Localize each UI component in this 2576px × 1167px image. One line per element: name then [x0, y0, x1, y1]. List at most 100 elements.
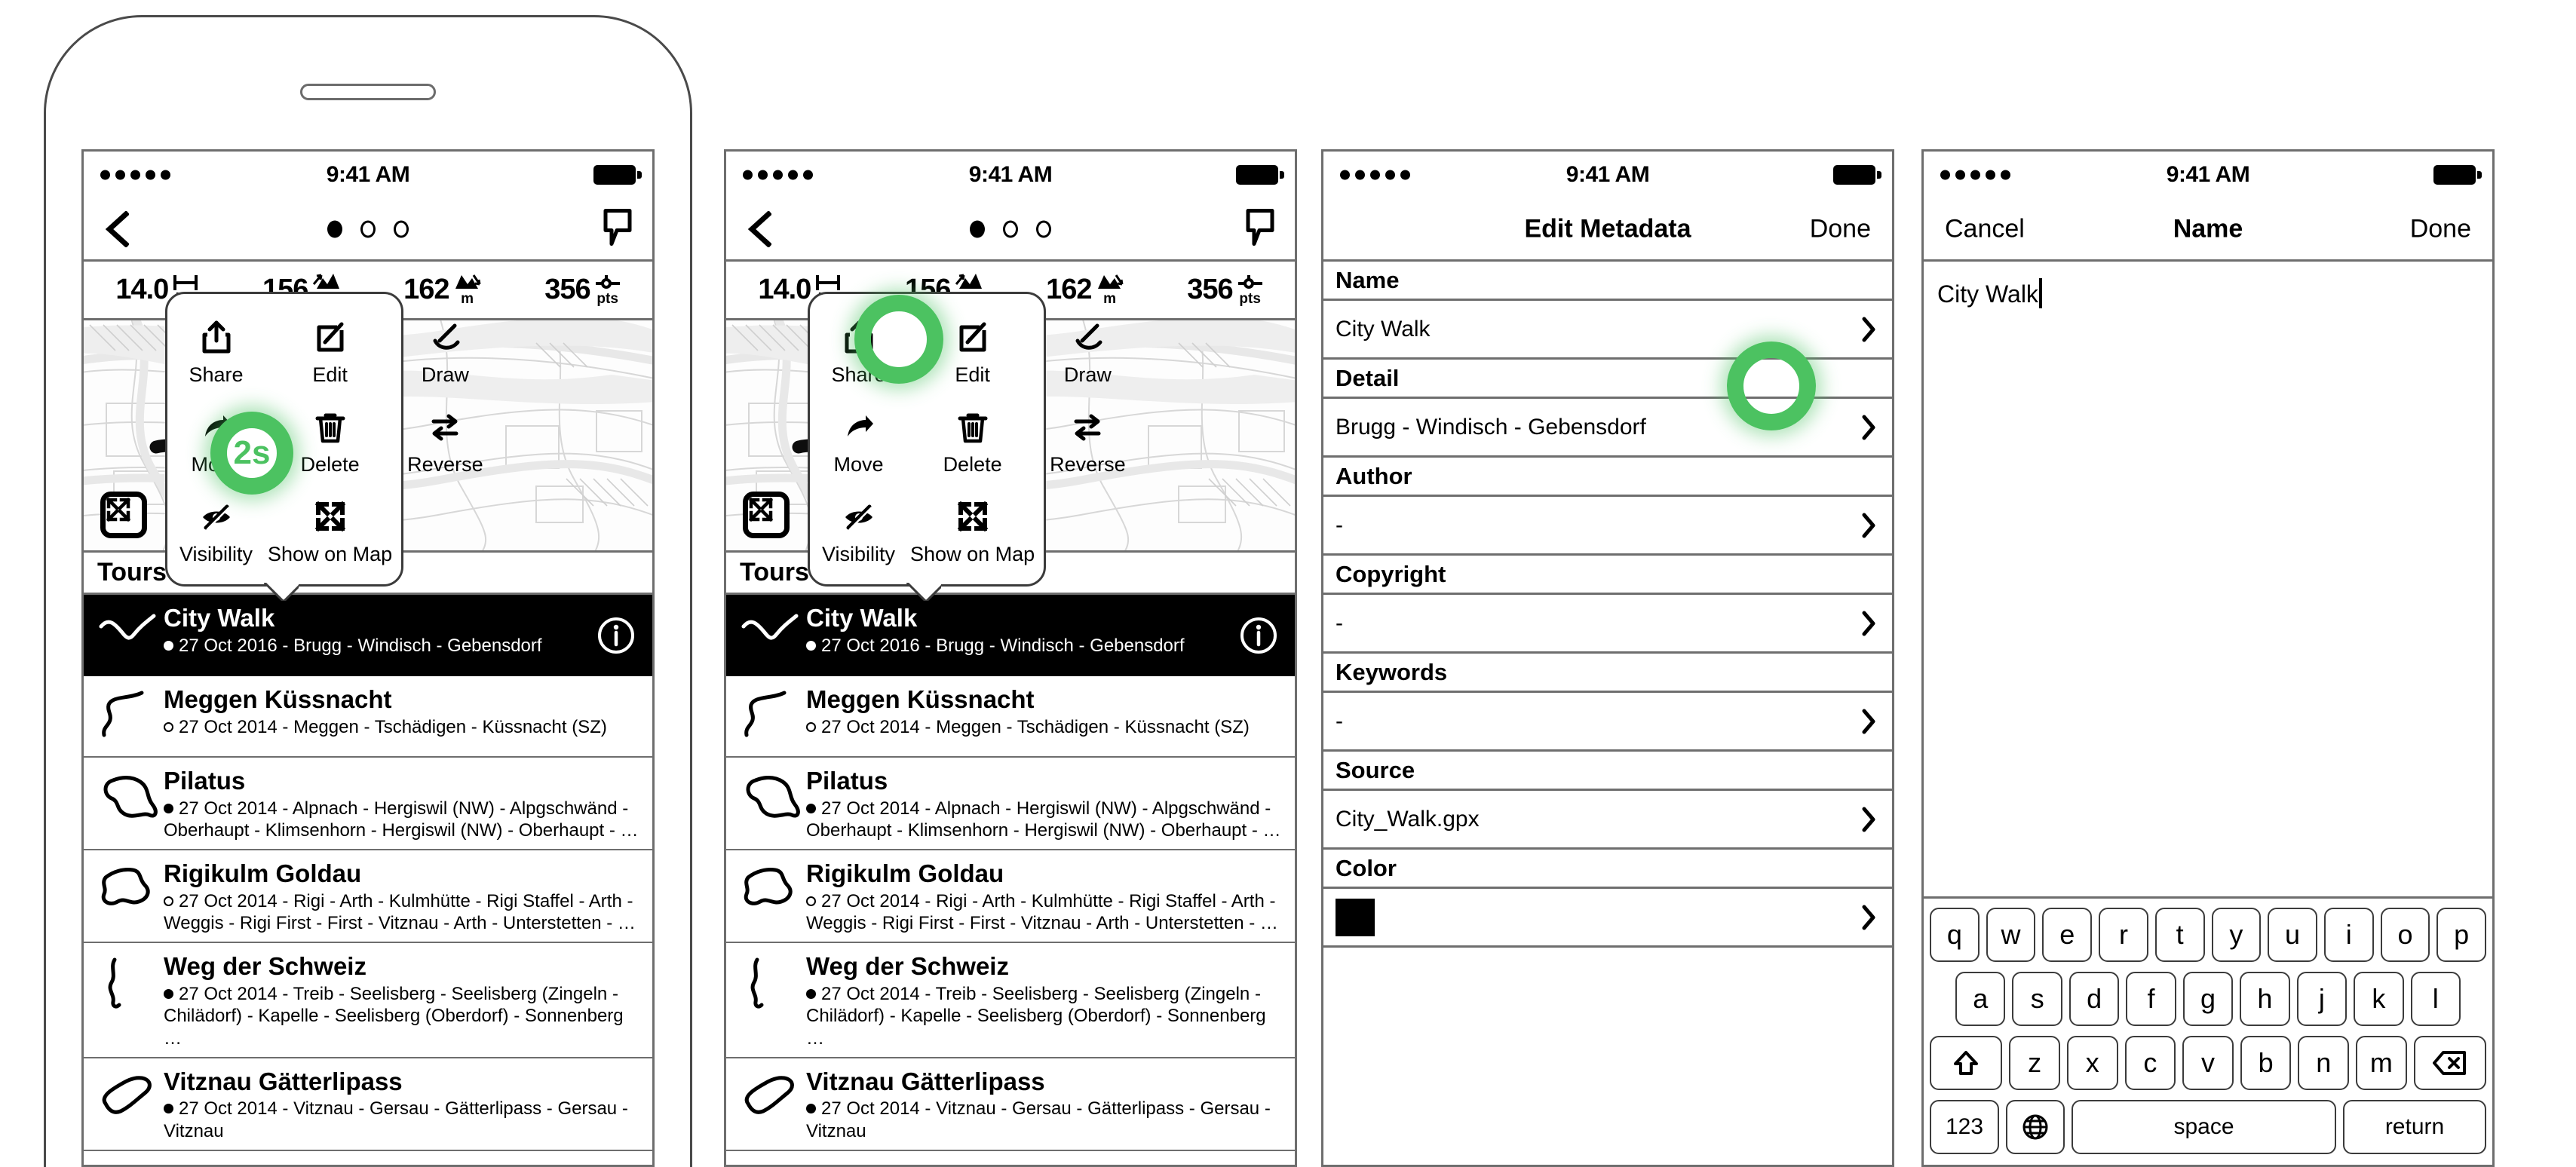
keyboard-row-4[interactable]: 123 space return: [1930, 1100, 2486, 1154]
metadata-row-name[interactable]: City Walk: [1323, 301, 1892, 360]
key-numbers[interactable]: 123: [1930, 1100, 1999, 1154]
metadata-row-copyright[interactable]: -: [1323, 595, 1892, 654]
context-menu-item-show-on-map[interactable]: Show on Map: [903, 487, 1042, 577]
table-row[interactable]: City Walk 27 Oct 2016 - Brugg - Windisch …: [84, 595, 652, 676]
key-s[interactable]: s: [2012, 972, 2062, 1026]
context-menu-item-visibility[interactable]: Visibility: [814, 487, 903, 577]
keyboard-row-1[interactable]: qwertyuiop: [1929, 908, 2487, 962]
key-t[interactable]: t: [2154, 908, 2205, 962]
color-swatch[interactable]: [1336, 898, 1375, 936]
key-e[interactable]: e: [2042, 908, 2093, 962]
backspace-icon[interactable]: [2413, 1036, 2487, 1090]
context-menu-item-share[interactable]: Share: [172, 308, 260, 397]
table-row[interactable]: Obwalder Höhenweg27 Oct 2014 - Oberhaupt…: [84, 1150, 652, 1165]
context-menu-item-move[interactable]: Move: [814, 397, 903, 487]
table-row[interactable]: Vitznau Gätterlipass 27 Oct 2014 - Vitzna…: [84, 1058, 652, 1151]
tour-bullet-icon: [164, 803, 173, 813]
tour-bullet-icon: [806, 1104, 816, 1114]
table-row[interactable]: Meggen Küssnacht 27 Oct 2014 - Meggen - T…: [84, 676, 652, 758]
cancel-button[interactable]: Cancel: [1945, 214, 2025, 244]
stat-descent: 162 m: [403, 274, 481, 306]
shift-icon[interactable]: [1930, 1036, 2003, 1090]
key-y[interactable]: y: [2211, 908, 2262, 962]
tour-title: City Walk: [806, 605, 918, 632]
context-menu-item-delete[interactable]: Delete: [903, 397, 1042, 487]
page-indicator[interactable]: [327, 220, 409, 237]
key-o[interactable]: o: [2380, 908, 2430, 962]
context-menu-item-show-on-map[interactable]: Show on Map: [260, 487, 400, 577]
tour-row-body: Weg der Schweiz 27 Oct 2014 - Treib - See…: [164, 952, 642, 1049]
key-u[interactable]: u: [2268, 908, 2317, 962]
info-icon[interactable]: [590, 615, 642, 656]
table-row[interactable]: Pilatus 27 Oct 2014 - Alpnach - Hergiswil…: [726, 758, 1295, 851]
key-j[interactable]: j: [2296, 972, 2348, 1026]
key-b[interactable]: b: [2240, 1036, 2292, 1090]
metadata-row-keywords[interactable]: -: [1323, 693, 1892, 752]
metadata-label-copyright: Copyright: [1323, 556, 1892, 595]
flag-icon[interactable]: [603, 207, 633, 250]
page-indicator[interactable]: [970, 220, 1051, 237]
edit-pencil-icon: [313, 315, 348, 359]
table-row[interactable]: Weg der Schweiz 27 Oct 2014 - Treib - See…: [84, 943, 652, 1058]
key-p[interactable]: p: [2436, 908, 2487, 962]
key-m[interactable]: m: [2356, 1036, 2407, 1090]
key-h[interactable]: h: [2240, 972, 2290, 1026]
tour-list[interactable]: City Walk 27 Oct 2016 - Brugg - Windisch …: [84, 595, 652, 1165]
keyboard-row-2[interactable]: asdfghjkl: [1930, 972, 2486, 1026]
flag-icon[interactable]: [1245, 207, 1275, 250]
table-row[interactable]: Meggen Küssnacht 27 Oct 2014 - Meggen - T…: [726, 676, 1295, 758]
key-f[interactable]: f: [2126, 972, 2176, 1026]
fullscreen-icon[interactable]: [100, 492, 147, 538]
key-w[interactable]: w: [1986, 908, 2036, 962]
on-screen-keyboard[interactable]: qwertyuiop asdfghjkl zxcvbnm 123 space re…: [1924, 896, 2492, 1165]
back-chevron-icon[interactable]: [103, 210, 129, 247]
key-return[interactable]: return: [2343, 1100, 2486, 1154]
context-menu-item-visibility[interactable]: Visibility: [172, 487, 260, 577]
table-row[interactable]: Rigikulm Goldau 27 Oct 2014 - Rigi - Arth…: [84, 850, 652, 944]
context-menu-item-edit[interactable]: Edit: [260, 308, 400, 397]
key-k[interactable]: k: [2354, 972, 2404, 1026]
context-menu-item-reverse[interactable]: Reverse: [400, 397, 491, 487]
table-row[interactable]: City Walk 27 Oct 2016 - Brugg - Windisch …: [726, 595, 1295, 676]
stat-value: 162: [1046, 274, 1092, 305]
key-r[interactable]: r: [2099, 908, 2148, 962]
track-thumbnail-icon: [737, 685, 806, 749]
status-bar: 9:41 AM: [1924, 152, 2492, 198]
key-x[interactable]: x: [2066, 1036, 2118, 1090]
table-row[interactable]: Obwalder Höhenweg27 Oct 2014 - Oberhaupt…: [726, 1150, 1295, 1165]
key-v[interactable]: v: [2182, 1036, 2234, 1090]
key-z[interactable]: z: [2009, 1036, 2060, 1090]
key-space[interactable]: space: [2072, 1100, 2336, 1154]
track-thumbnail-icon: [94, 1067, 164, 1131]
metadata-row-author[interactable]: -: [1323, 497, 1892, 556]
context-menu-item-draw[interactable]: Draw: [1042, 308, 1133, 397]
globe-icon[interactable]: [2006, 1100, 2065, 1154]
eye-slash-icon: [199, 495, 234, 538]
info-icon[interactable]: [1233, 615, 1284, 656]
context-menu-item-draw[interactable]: Draw: [400, 308, 491, 397]
key-g[interactable]: g: [2182, 972, 2234, 1026]
tour-title: Obwalder Höhenweg: [806, 1162, 1284, 1165]
metadata-row-source[interactable]: City_Walk.gpx: [1323, 791, 1892, 850]
fullscreen-icon[interactable]: [743, 492, 790, 538]
table-row[interactable]: Weg der Schweiz 27 Oct 2014 - Treib - See…: [726, 943, 1295, 1058]
context-menu-item-reverse[interactable]: Reverse: [1042, 397, 1133, 487]
metadata-value: City_Walk.gpx: [1336, 806, 1480, 832]
key-d[interactable]: d: [2068, 972, 2120, 1026]
metadata-row-color[interactable]: [1323, 889, 1892, 948]
table-row[interactable]: Vitznau Gätterlipass 27 Oct 2014 - Vitzna…: [726, 1058, 1295, 1151]
table-row[interactable]: Pilatus 27 Oct 2014 - Alpnach - Hergiswil…: [84, 758, 652, 851]
key-i[interactable]: i: [2323, 908, 2374, 962]
back-chevron-icon[interactable]: [746, 210, 771, 247]
name-input[interactable]: City Walk: [1924, 262, 2492, 896]
done-button[interactable]: Done: [2410, 214, 2471, 244]
keyboard-row-3[interactable]: zxcvbnm: [1930, 1036, 2487, 1090]
done-button[interactable]: Done: [1810, 214, 1871, 244]
tour-list[interactable]: City Walk 27 Oct 2016 - Brugg - Windisch …: [726, 595, 1295, 1165]
key-c[interactable]: c: [2124, 1036, 2176, 1090]
key-n[interactable]: n: [2298, 1036, 2350, 1090]
key-a[interactable]: a: [1955, 972, 2006, 1026]
key-l[interactable]: l: [2410, 972, 2461, 1026]
table-row[interactable]: Rigikulm Goldau 27 Oct 2014 - Rigi - Arth…: [726, 850, 1295, 944]
key-q[interactable]: q: [1929, 908, 1980, 962]
